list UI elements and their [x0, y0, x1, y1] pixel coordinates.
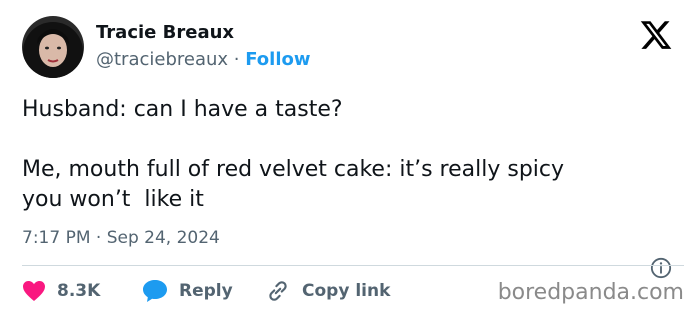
avatar-image — [22, 16, 84, 78]
tweet-timestamp[interactable]: 7:17 PM · Sep 24, 2024 — [22, 228, 220, 248]
author-name[interactable]: Tracie Breaux — [96, 22, 234, 43]
watermark: boredpanda.com — [497, 280, 684, 305]
action-bar: 8.3K Reply Copy link — [22, 277, 442, 305]
avatar[interactable] — [22, 16, 84, 78]
tweet-text-line: you won’t like it — [22, 187, 204, 212]
like-count: 8.3K — [57, 281, 101, 301]
heart-icon — [23, 281, 45, 301]
like-button[interactable]: 8.3K — [22, 277, 100, 305]
speech-bubble-icon — [143, 280, 167, 302]
x-logo-icon[interactable] — [638, 18, 674, 52]
info-icon[interactable] — [650, 257, 672, 279]
author-handle-line: @traciebreaux · Follow — [96, 49, 311, 70]
divider — [22, 265, 684, 266]
tweet-text-line — [22, 125, 682, 155]
tweet-text-line: Husband: can I have a taste? — [22, 97, 343, 122]
author-handle[interactable]: @traciebreaux — [96, 49, 228, 70]
reply-button[interactable]: Reply — [142, 277, 233, 305]
link-icon — [269, 281, 287, 301]
follow-button[interactable]: Follow — [245, 49, 310, 70]
copy-link-button[interactable]: Copy link — [265, 277, 390, 305]
copy-link-label: Copy link — [302, 281, 391, 301]
handle-separator: · — [228, 49, 246, 70]
tweet-text: Husband: can I have a taste? Me, mouth f… — [22, 95, 682, 215]
tweet-text-line: Me, mouth full of red velvet cake: it’s … — [22, 157, 565, 182]
reply-label: Reply — [179, 281, 233, 301]
